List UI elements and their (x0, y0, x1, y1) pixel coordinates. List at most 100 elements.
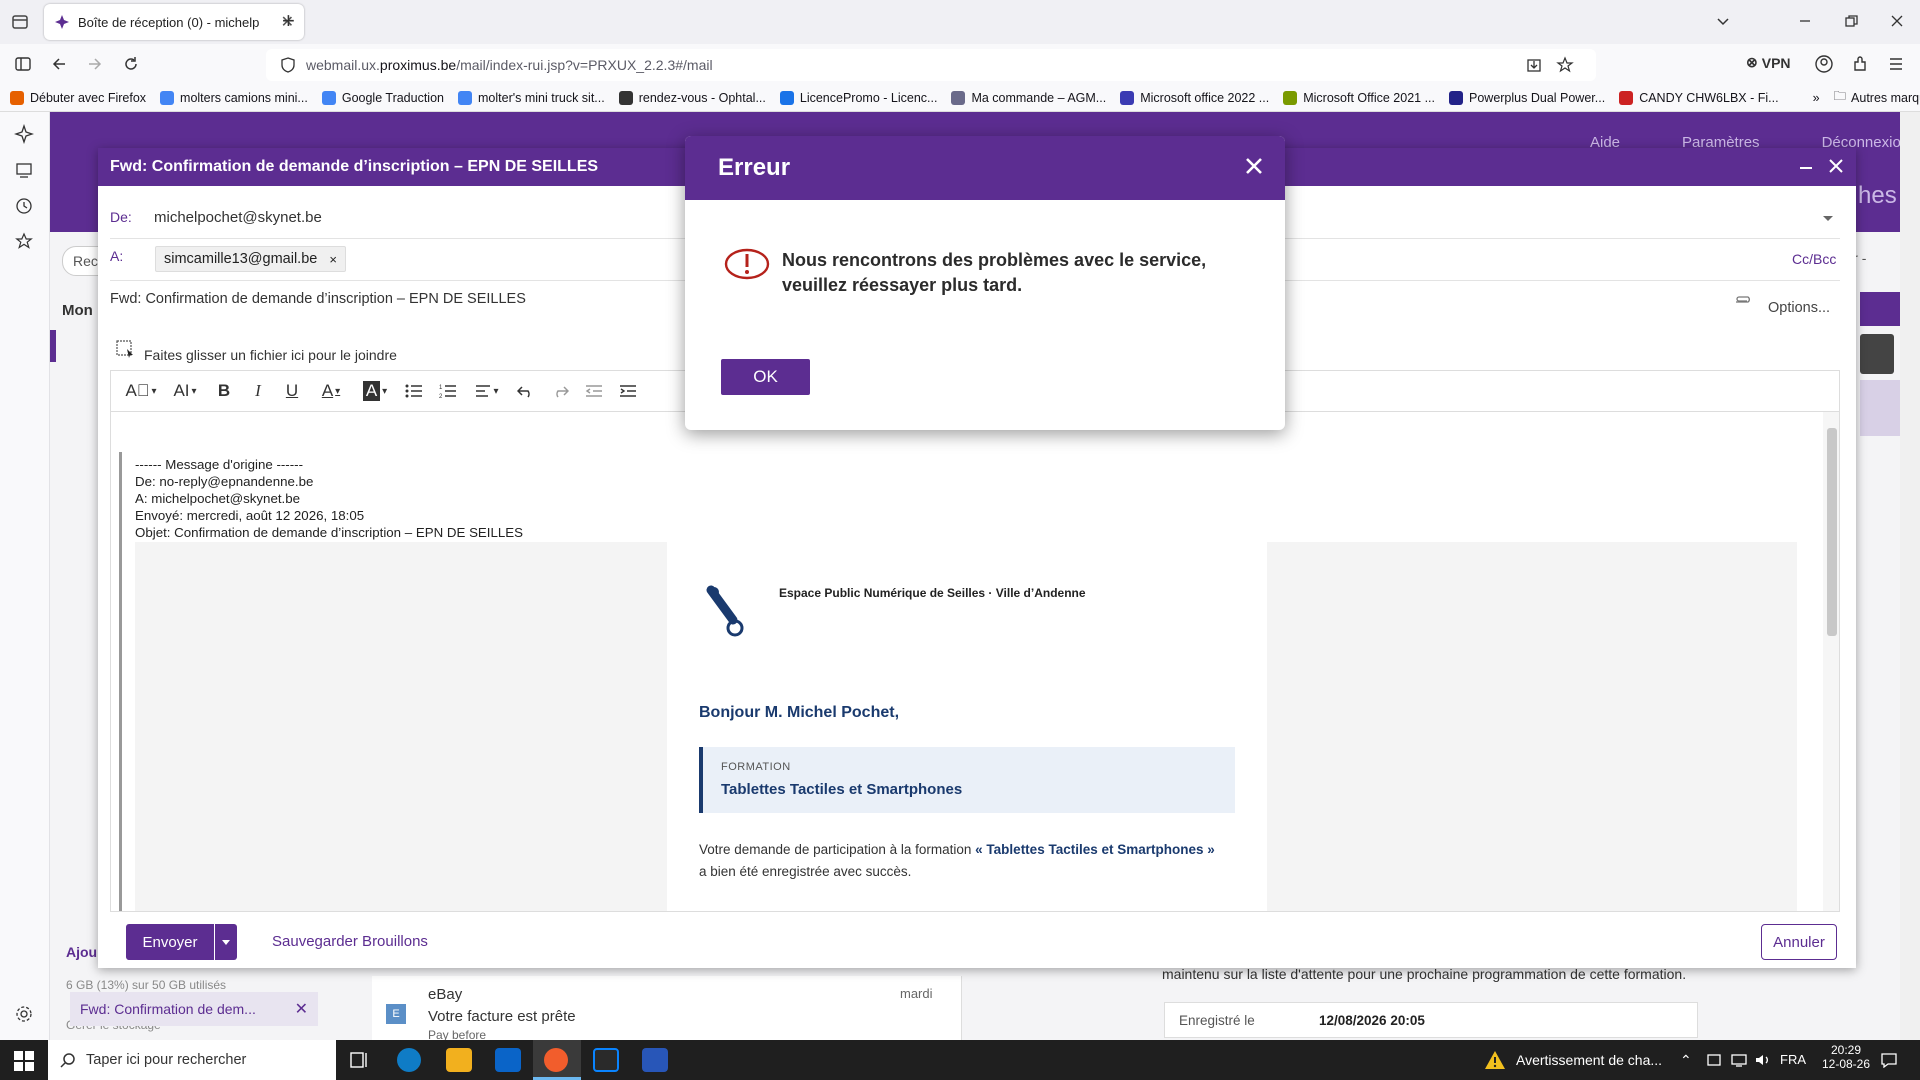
clock[interactable]: 20:29 12-08-26 (1820, 1043, 1872, 1071)
bookmark-item[interactable]: Ma commande – AGM... (951, 90, 1106, 105)
volume-icon[interactable] (1754, 1052, 1772, 1068)
site-security-icon[interactable] (280, 57, 296, 73)
bookmarks-overflow-button[interactable]: » (1813, 91, 1820, 105)
list-item-sender: eBay (428, 986, 463, 1003)
tray-chevron-icon[interactable]: ⌃ (1680, 1052, 1692, 1069)
bookmark-label: molters camions mini... (180, 90, 308, 105)
minimize-window-icon[interactable] (1796, 12, 1814, 30)
highlight-color-icon[interactable]: A ▾ (353, 376, 397, 406)
tray-meet-icon[interactable] (1706, 1052, 1722, 1068)
extensions-icon[interactable] (1850, 54, 1870, 74)
ccbcc-link[interactable]: Cc/Bcc (1792, 251, 1836, 267)
underline-icon[interactable]: U (275, 376, 309, 406)
bookmark-star-icon[interactable] (1556, 56, 1574, 74)
bookmark-label: molter's mini truck sit... (478, 90, 605, 105)
url-bar[interactable]: webmail.ux. proximus.be/mail/index-rui.js… (266, 49, 1596, 81)
menu-icon[interactable] (1886, 54, 1906, 74)
close-window-icon[interactable] (1888, 12, 1906, 30)
font-size-icon[interactable]: AI ▾ (163, 376, 207, 406)
redo-icon[interactable] (543, 376, 577, 406)
compose-minimize-icon[interactable] (1798, 158, 1814, 174)
warning-text: Avertissement de cha... (1516, 1052, 1663, 1068)
windows-start-icon[interactable] (14, 1051, 34, 1071)
tab-overflow-chevron-icon[interactable] (1714, 12, 1732, 30)
subject-field[interactable]: Fwd: Confirmation de demande d’inscripti… (110, 291, 526, 307)
dialog-close-icon[interactable] (1244, 156, 1264, 176)
synced-tabs-icon[interactable] (14, 160, 34, 180)
italic-icon[interactable]: I (241, 376, 275, 406)
save-page-icon[interactable] (1526, 57, 1542, 73)
network-icon[interactable] (1730, 1052, 1748, 1068)
bookmark-item[interactable]: Microsoft office 2022 ... (1120, 90, 1269, 105)
bookmark-item[interactable]: rendez-vous - Ophtal... (618, 90, 766, 105)
options-link[interactable]: Options... (1768, 300, 1830, 316)
task-view-icon[interactable] (347, 1048, 373, 1072)
minimized-draft-tab[interactable]: Fwd: Confirmation de dem... ✕ (70, 992, 318, 1026)
compose-close-icon[interactable] (1828, 158, 1844, 174)
sidebar-settings-icon[interactable] (14, 1004, 34, 1024)
outlook-icon[interactable] (495, 1048, 521, 1072)
bookmark-item[interactable]: LicencePromo - Licenc... (779, 90, 937, 105)
language-indicator[interactable]: FRA (1780, 1052, 1806, 1067)
file-explorer-icon[interactable] (446, 1048, 472, 1072)
microsoft-store-icon[interactable] (593, 1048, 619, 1072)
new-tab-button[interactable]: + (282, 8, 295, 34)
bookmark-item[interactable]: Google Traduction (321, 90, 444, 105)
send-options-dropdown-icon[interactable] (215, 924, 237, 960)
bookmark-item[interactable]: molters camions mini... (160, 90, 308, 105)
minimized-draft-close-icon[interactable]: ✕ (295, 999, 308, 1019)
cancel-button[interactable]: Annuler (1761, 924, 1837, 960)
text-color-icon[interactable]: A ▾ (309, 376, 353, 406)
pinned-app-icon[interactable] (642, 1048, 668, 1072)
ai-chatbot-icon[interactable] (14, 124, 34, 144)
recipient-remove-icon[interactable]: × (329, 252, 337, 267)
formation-name: Tablettes Tactiles et Smartphones (721, 781, 963, 798)
editor-scroll-thumb[interactable] (1827, 428, 1837, 636)
vpn-button[interactable]: ⊗ VPN (1746, 54, 1791, 71)
editor-scrollbar[interactable] (1823, 412, 1839, 911)
bookmark-item[interactable]: Powerplus Dual Power... (1449, 90, 1605, 105)
send-button[interactable]: Envoyer (126, 924, 214, 960)
back-icon[interactable] (50, 55, 68, 73)
save-draft-button[interactable]: Sauvegarder Brouillons (272, 933, 428, 950)
bookmark-item[interactable]: Débuter avec Firefox (10, 90, 146, 105)
undo-icon[interactable] (509, 376, 543, 406)
url-prefix: webmail.ux. (306, 57, 380, 73)
outdent-icon[interactable] (577, 376, 611, 406)
forward-icon[interactable] (86, 55, 104, 73)
attach-drop-icon[interactable] (116, 340, 136, 360)
warning-notification[interactable]: Avertissement de cha... (1484, 1050, 1662, 1070)
firefox-taskbar-active[interactable] (533, 1040, 581, 1080)
message-editor[interactable]: ------ Message d'origine ------ De: no-r… (110, 412, 1840, 912)
bookmark-item[interactable]: Microsoft Office 2021 ... (1283, 90, 1435, 105)
dialog-message-line: veuillez réessayer plus tard. (782, 275, 1023, 295)
from-value[interactable]: michelpochet@skynet.be (154, 209, 322, 226)
from-dropdown-chevron-icon[interactable] (1822, 214, 1834, 224)
font-family-icon[interactable]: A⃨ ▾ (119, 376, 163, 406)
align-icon[interactable]: ▾ (465, 376, 509, 406)
restore-window-icon[interactable] (1842, 12, 1860, 30)
bullet-list-icon[interactable] (397, 376, 431, 406)
tab-list-icon[interactable] (10, 12, 30, 32)
sidebar-toggle-icon[interactable] (14, 55, 32, 73)
taskbar-search-box[interactable]: Taper ici pour rechercher (48, 1040, 336, 1080)
indent-icon[interactable] (611, 376, 645, 406)
reload-icon[interactable] (122, 55, 140, 73)
attachment-paperclip-icon[interactable] (1734, 296, 1752, 308)
edge-browser-icon[interactable] (397, 1048, 421, 1072)
bold-icon[interactable]: B (207, 376, 241, 406)
account-icon[interactable] (1814, 54, 1834, 74)
list-item[interactable]: E eBay mardi Votre facture est prête Pay… (372, 976, 962, 1042)
recipient-chip[interactable]: simcamille13@gmail.be × (155, 246, 346, 272)
list-item-subject: Votre facture est prête (428, 1008, 576, 1025)
numbered-list-icon[interactable]: 12 (431, 376, 465, 406)
other-bookmarks-folder[interactable]: 🗀 Autres marque-pages (1834, 87, 1920, 108)
notifications-icon[interactable] (1880, 1052, 1898, 1068)
bookmarks-star-icon[interactable] (14, 232, 34, 252)
bookmark-item[interactable]: molter's mini truck sit... (458, 90, 605, 105)
ok-button[interactable]: OK (721, 359, 810, 395)
history-icon[interactable] (14, 196, 34, 216)
page-scrollbar[interactable] (1900, 112, 1920, 1040)
bookmark-item[interactable]: CANDY CHW6LBX - Fi... (1619, 90, 1779, 105)
tab-inbox[interactable]: Boîte de réception (0) - michelp ✕ (44, 4, 304, 40)
